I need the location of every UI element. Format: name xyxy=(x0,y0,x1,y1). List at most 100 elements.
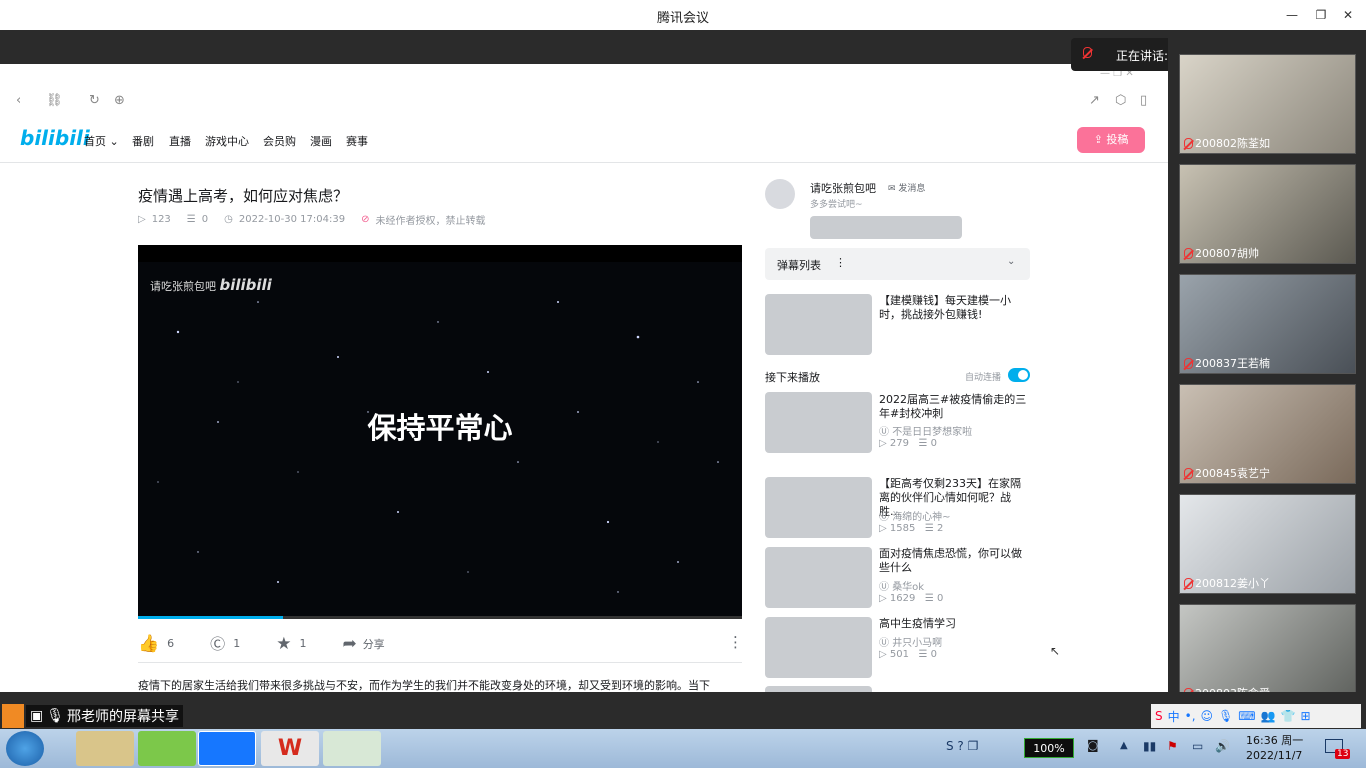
clock[interactable]: 16:36 周一 2022/11/7 xyxy=(1246,733,1303,763)
taskbar: W S ? ❐ 100% ◙ ▲ ▮▮ ⚑ ▭ 🔊 16:36 周一 2022/… xyxy=(0,729,1366,768)
rec-stats: ▷ 279 ☰ 0 xyxy=(879,438,938,449)
wps-icon[interactable]: W xyxy=(261,731,319,766)
video-player[interactable]: 请吃张煎包吧 bilibili 保持平常心 xyxy=(138,245,742,619)
show-hidden-icon[interactable]: ▲ xyxy=(1120,740,1128,751)
participant-tile[interactable]: 200802陈荃如 xyxy=(1179,54,1356,154)
actions-divider xyxy=(138,662,742,663)
tray-icons[interactable]: S ? ❐ xyxy=(946,739,978,753)
globe-icon[interactable]: ⊕ xyxy=(114,93,125,108)
device-icon[interactable]: ▭ xyxy=(1192,739,1203,753)
video-actions: 👍 6 Ⓒ 1 ★ 1 ➦ 分享 xyxy=(138,633,385,654)
rec-thumbnail[interactable] xyxy=(765,392,872,453)
sogou-icon: S xyxy=(1155,709,1163,723)
nav-anime[interactable]: 番剧 xyxy=(132,133,154,149)
rec-title[interactable]: 面对疫情焦虑恐慌，你可以做些什么 xyxy=(879,547,1031,575)
rec-title[interactable]: 2022届高三#被疫情偷走的三年#封校冲刺 xyxy=(879,393,1031,421)
user-icon xyxy=(2,704,24,728)
avatar[interactable] xyxy=(765,179,795,209)
nav-manga[interactable]: 漫画 xyxy=(310,133,332,149)
bilibili-logo[interactable]: bilibili xyxy=(20,126,90,150)
ad-title[interactable]: 【建模赚钱】每天建模一小时，挑战接外包赚钱! xyxy=(879,294,1031,322)
rec-thumbnail[interactable] xyxy=(765,617,872,678)
share-label: ▣ 🎙 邢老师的屏幕共享 xyxy=(26,705,184,727)
danmaku-icon: ☰ xyxy=(186,214,196,225)
power-icon[interactable]: ◙ xyxy=(1087,738,1099,752)
participant-tile[interactable]: 200845袁艺宁 xyxy=(1179,384,1356,484)
nav-games[interactable]: 游戏中心 xyxy=(205,133,249,149)
video-watermark: 请吃张煎包吧 bilibili xyxy=(150,276,272,294)
rec-thumbnail[interactable] xyxy=(765,547,872,608)
nav-divider xyxy=(0,162,1168,163)
clock-icon: ◷ xyxy=(224,214,233,225)
rec-up: Ⓤ 海绵的心神~ xyxy=(879,512,951,523)
video-subtitle: 保持平常心 xyxy=(367,411,513,445)
refresh-icon[interactable]: ↻ xyxy=(89,93,100,108)
mic-muted-icon xyxy=(1184,577,1193,589)
autoplay-toggle[interactable] xyxy=(1008,368,1030,382)
back-icon[interactable]: ‹ xyxy=(16,93,21,108)
ad-thumbnail[interactable] xyxy=(765,294,872,355)
chevron-down-icon[interactable]: ⌄ xyxy=(1007,256,1015,267)
network-icon[interactable]: ▮▮ xyxy=(1143,739,1156,753)
share-icon[interactable]: ↗ xyxy=(1089,93,1100,108)
wechat-icon[interactable] xyxy=(323,731,381,766)
nav-esports[interactable]: 赛事 xyxy=(346,133,368,149)
close-icon[interactable]: ✕ xyxy=(1340,7,1356,23)
favorite-icon[interactable]: ★ xyxy=(276,634,291,654)
rec-thumbnail[interactable] xyxy=(765,477,872,538)
progress-track[interactable] xyxy=(138,616,742,619)
link-icon[interactable]: ⛓ xyxy=(46,93,63,108)
video-title: 疫情遇上高考，如何应对焦虑？ xyxy=(138,187,349,205)
clip-icon[interactable]: ▯ xyxy=(1140,93,1147,108)
more-icon[interactable]: ⋮ xyxy=(728,633,743,651)
mic-muted-icon xyxy=(1184,247,1193,259)
coin-icon[interactable]: Ⓒ xyxy=(210,633,225,654)
message-button[interactable]: ✉ 发消息 xyxy=(888,181,925,194)
shared-screen: ‹ ⛓ ↻ ⊕ ↗ ⬡ ▯ — ❐ ✕ bilibili 首页 ⌄ 番剧 直播 … xyxy=(0,64,1168,692)
danmaku-list-bar[interactable]: 弹幕列表 ⋮ ⌄ xyxy=(765,248,1030,280)
progress-fill xyxy=(138,616,283,619)
ie-icon[interactable] xyxy=(138,731,196,766)
window-title: 腾讯会议 xyxy=(656,11,709,26)
tencent-meeting-icon[interactable] xyxy=(198,731,256,766)
author-bio: 多多尝试吧~ xyxy=(810,200,863,210)
participant-tile[interactable]: 200812姜小丫 xyxy=(1179,494,1356,594)
volume-icon[interactable]: 🔊 xyxy=(1215,739,1230,753)
mic-muted-icon xyxy=(1083,47,1092,61)
participant-tile[interactable]: 200807胡帅 xyxy=(1179,164,1356,264)
nav-live[interactable]: 直播 xyxy=(169,133,191,149)
author-name[interactable]: 请吃张煎包吧 xyxy=(810,180,876,196)
screen-icon: ▣ xyxy=(30,708,44,724)
play-count-icon: ▷ xyxy=(138,214,146,225)
ime-toolbar[interactable]: S 中 •, ☺ 🎙 ⌨ 👥 👕 ⊞ xyxy=(1151,704,1361,728)
rec-stats: ▷ 1585 ☰ 2 xyxy=(879,523,944,534)
like-icon[interactable]: 👍 xyxy=(138,634,159,654)
nav-shop[interactable]: 会员购 xyxy=(263,133,296,149)
rec-up: Ⓤ 不是日日梦想家啦 xyxy=(879,427,973,438)
rec-up: Ⓤ 桑华ok xyxy=(879,582,925,593)
rec-stats: ▷ 1629 ☰ 0 xyxy=(879,593,944,604)
video-meta: ▷ 123 ☰ 0 ◷ 2022-10-30 17:04:39 ⊘ 未经作者授权，禁止转… xyxy=(138,214,486,227)
participant-gallery: 200802陈荃如 200807胡帅 200837王若楠 200845袁艺宁 2… xyxy=(1168,30,1366,704)
share-arrow-icon[interactable]: ➦ xyxy=(342,634,356,654)
restore-icon[interactable]: ❐ xyxy=(1313,7,1329,23)
follow-button[interactable] xyxy=(810,216,962,239)
mic-muted-icon xyxy=(1184,467,1193,479)
nav-home[interactable]: 首页 ⌄ xyxy=(84,133,119,149)
explorer-icon[interactable] xyxy=(76,731,134,766)
battery-indicator[interactable]: 100% xyxy=(1024,738,1074,758)
danmaku-menu-icon[interactable]: ⋮ xyxy=(835,256,846,269)
window-titlebar: 腾讯会议 — ❐ ✕ xyxy=(0,0,1366,30)
autoplay-label: 自动连播 xyxy=(965,373,1002,383)
start-button[interactable] xyxy=(6,731,44,766)
rec-title[interactable]: 高中生疫情学习 xyxy=(879,617,1031,631)
participant-tile[interactable]: 200803陈俞舜 xyxy=(1179,604,1356,704)
forbid-icon: ⊘ xyxy=(361,214,370,225)
minimize-icon[interactable]: — xyxy=(1284,7,1300,23)
cube-icon[interactable]: ⬡ xyxy=(1115,93,1126,108)
notification-badge: 13 xyxy=(1335,749,1351,759)
flag-icon[interactable]: ⚑ xyxy=(1167,739,1178,753)
participant-tile[interactable]: 200837王若楠 xyxy=(1179,274,1356,374)
upload-button[interactable]: ⇪ 投稿 xyxy=(1077,127,1145,153)
mic-icon: 🎙 xyxy=(46,708,65,724)
